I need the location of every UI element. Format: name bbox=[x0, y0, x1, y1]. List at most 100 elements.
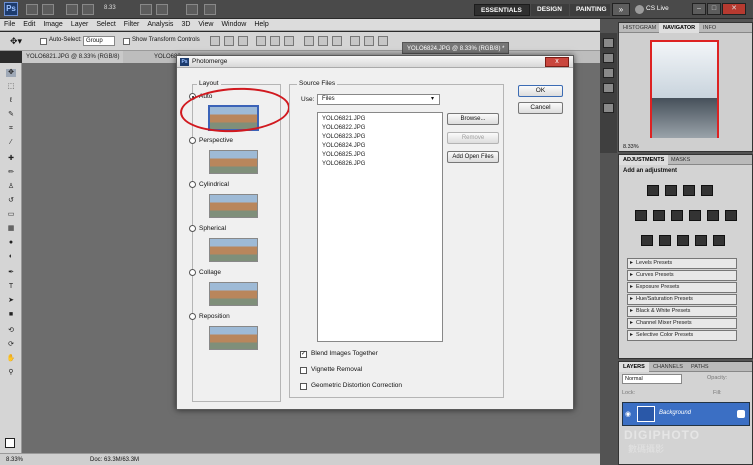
preset-hue-saturation[interactable]: Hue/Saturation Presets bbox=[627, 294, 737, 305]
doc-tab-yolo6821[interactable]: YOLO6821.JPG @ 8.33% (RGB/8) bbox=[22, 51, 124, 63]
tab-channels[interactable]: CHANNELS bbox=[649, 362, 687, 372]
align-left-icon[interactable] bbox=[256, 36, 266, 46]
eraser-tool-icon[interactable]: ▭ bbox=[6, 211, 16, 219]
menu-3d[interactable]: 3D bbox=[177, 19, 194, 31]
radio-spherical[interactable] bbox=[189, 225, 196, 232]
preset-curves[interactable]: Curves Presets bbox=[627, 270, 737, 281]
radio-collage[interactable] bbox=[189, 269, 196, 276]
visibility-eye-icon[interactable]: ◉ bbox=[625, 410, 633, 418]
posterize-icon[interactable] bbox=[659, 235, 671, 246]
add-open-files-button[interactable]: Add Open Files bbox=[447, 151, 499, 163]
auto-select-checkbox[interactable] bbox=[40, 38, 47, 45]
use-dropdown[interactable]: Files ▾ bbox=[317, 94, 440, 105]
preset-black-white[interactable]: Black & White Presets bbox=[627, 306, 737, 317]
layout-perspective-option[interactable]: Perspective bbox=[189, 137, 233, 144]
tab-info[interactable]: INFO bbox=[699, 23, 720, 33]
minimize-icon[interactable]: – bbox=[692, 3, 706, 15]
file-item[interactable]: YOLO6822.JPG bbox=[322, 125, 365, 131]
align-top-icon[interactable] bbox=[210, 36, 220, 46]
menu-image[interactable]: Image bbox=[39, 19, 66, 31]
history-panel-icon[interactable] bbox=[603, 38, 614, 48]
layout-collage-thumbnail[interactable] bbox=[209, 282, 258, 306]
tab-masks[interactable]: MASKS bbox=[667, 155, 694, 165]
auto-select-dropdown[interactable]: Group bbox=[83, 36, 115, 46]
workspace-painting[interactable]: PAINTING bbox=[570, 4, 610, 16]
align-middle-icon[interactable] bbox=[224, 36, 234, 46]
tab-navigator[interactable]: NAVIGATOR bbox=[659, 23, 700, 33]
invert-icon[interactable] bbox=[641, 235, 653, 246]
zoom-level[interactable]: 8.33 bbox=[104, 5, 116, 11]
photo-filter-icon[interactable] bbox=[707, 210, 719, 221]
clone-source-panel-icon[interactable] bbox=[603, 83, 614, 93]
file-item[interactable]: YOLO6824.JPG bbox=[322, 143, 365, 149]
character-panel-icon[interactable] bbox=[603, 103, 614, 113]
cancel-button[interactable]: Cancel bbox=[518, 102, 563, 114]
file-item[interactable]: YOLO6825.JPG bbox=[322, 152, 365, 158]
menu-window[interactable]: Window bbox=[217, 19, 250, 31]
align-right-icon[interactable] bbox=[284, 36, 294, 46]
menu-select[interactable]: Select bbox=[92, 19, 119, 31]
layout-spherical-thumbnail[interactable] bbox=[209, 238, 258, 262]
geometric-distortion-checkbox[interactable] bbox=[300, 383, 307, 390]
menu-analysis[interactable]: Analysis bbox=[143, 19, 177, 31]
align-bottom-icon[interactable] bbox=[238, 36, 248, 46]
extras-icon[interactable] bbox=[66, 4, 78, 15]
move-tool-icon[interactable]: ✥▾ bbox=[10, 36, 30, 47]
file-list[interactable]: YOLO6821.JPG YOLO6822.JPG YOLO6823.JPG Y… bbox=[317, 112, 443, 342]
browse-button[interactable]: Browse... bbox=[447, 113, 499, 125]
navigator-preview[interactable] bbox=[650, 40, 719, 138]
pen-tool-icon[interactable]: ✒ bbox=[6, 269, 16, 277]
navigator-zoom[interactable]: 8.33% bbox=[623, 144, 639, 150]
history-brush-tool-icon[interactable]: ↺ bbox=[6, 197, 16, 205]
clone-stamp-tool-icon[interactable]: ♙ bbox=[6, 183, 16, 191]
screen-mode-icon[interactable] bbox=[204, 4, 216, 15]
quick-select-tool-icon[interactable]: ✎ bbox=[6, 111, 16, 119]
rotate-view-icon[interactable] bbox=[156, 4, 168, 15]
dodge-tool-icon[interactable]: ◐ bbox=[6, 253, 16, 261]
tab-paths[interactable]: PATHS bbox=[687, 362, 713, 372]
distribute-center-icon[interactable] bbox=[364, 36, 374, 46]
layout-reposition-thumbnail[interactable] bbox=[209, 326, 258, 350]
zoom-tool-icon[interactable]: ⚲ bbox=[6, 369, 16, 377]
workspace-design[interactable]: DESIGN bbox=[531, 4, 569, 16]
black-white-icon[interactable] bbox=[689, 210, 701, 221]
tab-layers[interactable]: LAYERS bbox=[619, 362, 649, 372]
menu-file[interactable]: File bbox=[0, 19, 19, 31]
radio-perspective[interactable] bbox=[189, 137, 196, 144]
menu-layer[interactable]: Layer bbox=[67, 19, 93, 31]
tab-histogram[interactable]: HISTOGRAM bbox=[619, 23, 660, 33]
distribute-top-icon[interactable] bbox=[304, 36, 314, 46]
radio-reposition[interactable] bbox=[189, 313, 196, 320]
layout-reposition-option[interactable]: Reposition bbox=[189, 313, 230, 320]
tab-adjustments[interactable]: ADJUSTMENTS bbox=[619, 155, 669, 165]
distribute-right-icon[interactable] bbox=[378, 36, 388, 46]
layout-cylindrical-thumbnail[interactable] bbox=[209, 194, 258, 218]
cs-live-button[interactable]: CS Live bbox=[646, 5, 669, 12]
3d-rotate-tool-icon[interactable]: ⟲ bbox=[6, 327, 16, 335]
file-item[interactable]: YOLO6823.JPG bbox=[322, 134, 365, 140]
selective-color-icon[interactable] bbox=[713, 235, 725, 246]
radio-cylindrical[interactable] bbox=[189, 181, 196, 188]
file-item[interactable]: YOLO6826.JPG bbox=[322, 161, 365, 167]
preset-exposure[interactable]: Exposure Presets bbox=[627, 282, 737, 293]
more-workspaces-button[interactable]: » bbox=[612, 3, 630, 16]
layout-spherical-option[interactable]: Spherical bbox=[189, 225, 226, 232]
hand-tool-icon[interactable]: ✋ bbox=[6, 355, 16, 363]
levels-icon[interactable] bbox=[665, 185, 677, 196]
ok-button[interactable]: OK bbox=[518, 85, 563, 97]
type-tool-icon[interactable]: T bbox=[6, 283, 16, 291]
brightness-icon[interactable] bbox=[647, 185, 659, 196]
path-select-tool-icon[interactable]: ➤ bbox=[6, 297, 16, 305]
brush-panel-icon[interactable] bbox=[603, 68, 614, 78]
eyedropper-tool-icon[interactable]: ⁄ bbox=[6, 139, 16, 147]
hand-tool-icon[interactable] bbox=[140, 4, 152, 15]
close-icon[interactable]: ✕ bbox=[722, 3, 746, 15]
gradient-tool-icon[interactable]: ▦ bbox=[6, 225, 16, 233]
layout-perspective-thumbnail[interactable] bbox=[209, 150, 258, 174]
bridge-icon[interactable] bbox=[26, 4, 38, 15]
dialog-titlebar[interactable]: Ps Photomerge x bbox=[177, 56, 573, 68]
file-item[interactable]: YOLO6821.JPG bbox=[322, 116, 365, 122]
minibridge-icon[interactable] bbox=[42, 4, 54, 15]
vignette-removal-checkbox[interactable] bbox=[300, 367, 307, 374]
doc-tab-active[interactable]: YOLO6824.JPG @ 8.33% (RGB/8) * bbox=[402, 42, 510, 54]
